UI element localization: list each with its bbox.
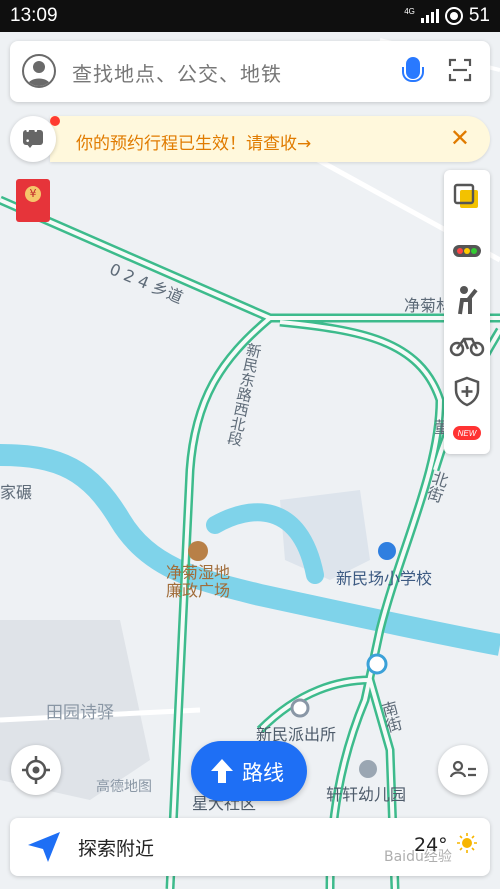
kindergarten-poi-label[interactable]: 轩轩幼儿园 — [326, 781, 406, 805]
notice-text[interactable]: 你的预约行程已生效！请查收→ — [76, 129, 311, 154]
police-poi-icon[interactable] — [290, 698, 310, 718]
route-arrow-icon — [211, 759, 233, 783]
battery-icon — [444, 7, 463, 25]
park-poi-icon[interactable] — [188, 541, 208, 561]
amap-logo: 高德地图 — [96, 779, 152, 795]
chat-icon — [23, 127, 43, 148]
status-time: 13:09 — [10, 5, 58, 26]
message-button[interactable] — [10, 116, 56, 162]
avatar[interactable] — [22, 54, 56, 88]
locate-icon — [22, 756, 50, 784]
red-packet-icon[interactable] — [16, 179, 50, 222]
safety-shield-icon[interactable] — [444, 368, 490, 414]
new-badge-icon[interactable]: NEW — [444, 410, 490, 456]
unread-dot — [50, 116, 60, 126]
status-bar: 13:09 4G 51 — [0, 0, 500, 32]
scan-icon[interactable] — [448, 58, 472, 82]
route-label: 路线 — [242, 761, 284, 785]
route-button[interactable]: 路线 — [191, 741, 307, 801]
kindergarten-poi-icon[interactable] — [359, 760, 377, 778]
search-input[interactable]: 查找地点、公交、地铁 — [72, 58, 282, 87]
area-label: 田园诗驿 — [46, 703, 114, 723]
trip-notice[interactable]: 你的预约行程已生效！请查收→ ✕ — [10, 116, 490, 162]
weather-sun-icon — [457, 833, 477, 853]
notice-banner[interactable]: 你的预约行程已生效！请查收→ ✕ — [50, 116, 490, 162]
watermark: Baidu经验 — [384, 849, 452, 865]
microphone-icon[interactable] — [402, 57, 424, 82]
battery-level: 51 — [468, 5, 490, 26]
area-label: 家碾 — [0, 483, 33, 502]
close-icon[interactable]: ✕ — [450, 124, 470, 152]
profile-card-button[interactable] — [438, 745, 488, 795]
layers-icon[interactable] — [444, 174, 490, 220]
school-poi-label[interactable]: 新民场小学校 — [336, 565, 432, 589]
traffic-icon[interactable] — [444, 228, 490, 274]
park-poi-label[interactable]: 净菊湿地廉政广场 — [163, 564, 233, 600]
transit-poi-icon[interactable] — [366, 653, 388, 675]
map-tools-panel: NEW — [444, 170, 490, 454]
id-card-icon — [449, 760, 476, 778]
taxi-hail-icon[interactable] — [444, 278, 490, 324]
locate-button[interactable] — [11, 745, 61, 795]
bike-icon[interactable] — [444, 322, 490, 368]
signal-icon — [420, 9, 439, 23]
search-bar[interactable]: 查找地点、公交、地铁 — [10, 41, 490, 102]
network-type: 4G — [404, 7, 415, 16]
svg-text:NEW: NEW — [458, 429, 478, 438]
navigation-arrow-icon — [28, 832, 60, 862]
school-poi-icon[interactable] — [378, 542, 396, 560]
explore-nearby-label[interactable]: 探索附近 — [78, 834, 154, 861]
status-indicators: 4G 51 — [404, 5, 490, 27]
